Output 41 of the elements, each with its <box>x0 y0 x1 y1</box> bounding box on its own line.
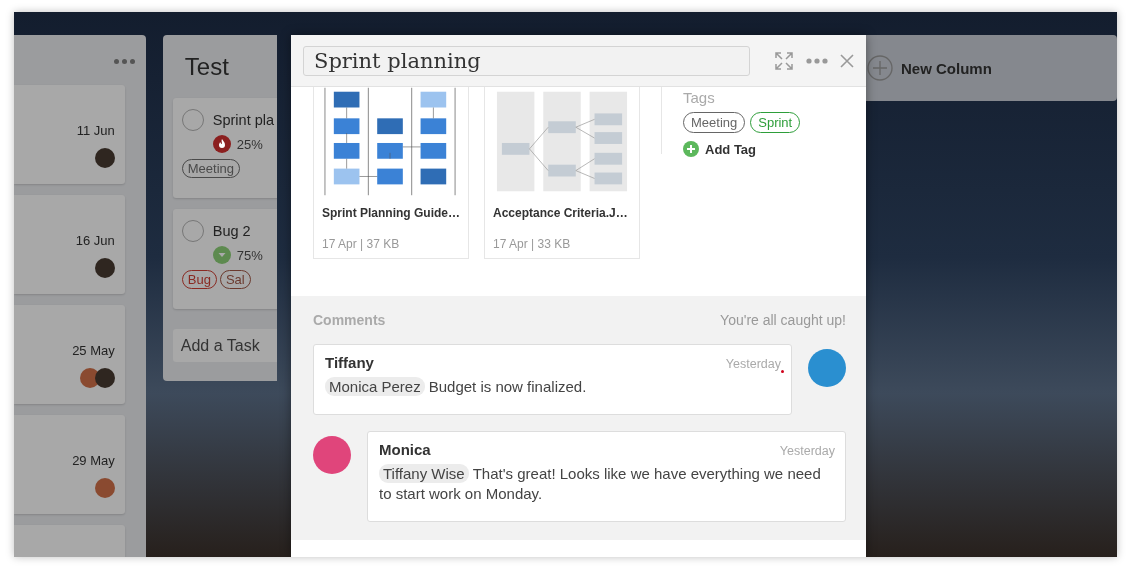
task-card[interactable]: 29 May <box>14 415 125 514</box>
progress-text: 75% <box>236 247 263 263</box>
file-meta: 17 Apr | 33 KB <box>493 237 572 251</box>
task-card[interactable]: 25 May <box>14 305 125 404</box>
file-meta: 17 Apr | 37 KB <box>322 237 401 251</box>
task-card[interactable]: 11 Jun <box>14 85 125 184</box>
file-name: Acceptance Criteria.J… <box>493 206 629 220</box>
comments-status: You're all caught up! <box>720 312 846 328</box>
due-date: 16 Jun <box>75 233 115 248</box>
task-card[interactable]: Sprint pla 25% Meeting <box>172 98 277 198</box>
due-date: 29 May <box>72 453 115 468</box>
due-date: 11 Jun <box>76 123 115 138</box>
attachment-card[interactable]: Acceptance Criteria.J… 17 Apr | 33 KB <box>484 87 640 259</box>
add-task-button[interactable]: Add a Task <box>172 329 277 362</box>
tag[interactable]: Sprint <box>750 112 801 133</box>
expand-icon[interactable] <box>774 50 794 71</box>
file-name: Sprint Planning Guide… <box>322 206 460 220</box>
task-card[interactable]: 16 Jun <box>14 195 125 294</box>
progress-text: 25% <box>236 136 263 152</box>
column-title: Test <box>184 53 230 81</box>
add-tag-button[interactable]: Add Tag <box>683 141 757 157</box>
plus-icon <box>867 55 893 81</box>
plus-icon <box>683 141 699 157</box>
comment-author: Tiffany <box>325 354 374 371</box>
task-title: Bug 2 <box>212 222 252 241</box>
comment-time: Yesterday <box>725 357 781 371</box>
more-icon[interactable] <box>113 59 135 64</box>
comment-text: Tiffany Wise That's great! Looks like we have everything we need to start work on Monday. <box>379 464 822 504</box>
comment-author: Monica <box>379 441 431 458</box>
tags-label: Tags <box>683 89 716 106</box>
comment-time: Yesterday <box>779 444 835 458</box>
comment-text: Monica Perez Budget is now finalized. <box>325 377 781 397</box>
attachment-card[interactable]: Sprint Planning Guide… 17 Apr | 37 KB <box>313 87 469 259</box>
more-icon[interactable] <box>806 57 828 64</box>
task-card[interactable]: Bug 2 75% Bug Sal <box>172 209 277 309</box>
comments-heading: Comments <box>313 312 386 328</box>
title-field[interactable]: Sprint planning <box>303 45 750 76</box>
task-title: Sprint pla <box>212 111 276 130</box>
tag[interactable]: Meeting <box>683 112 746 133</box>
close-icon[interactable] <box>840 53 854 68</box>
due-date: 25 May <box>72 343 115 358</box>
